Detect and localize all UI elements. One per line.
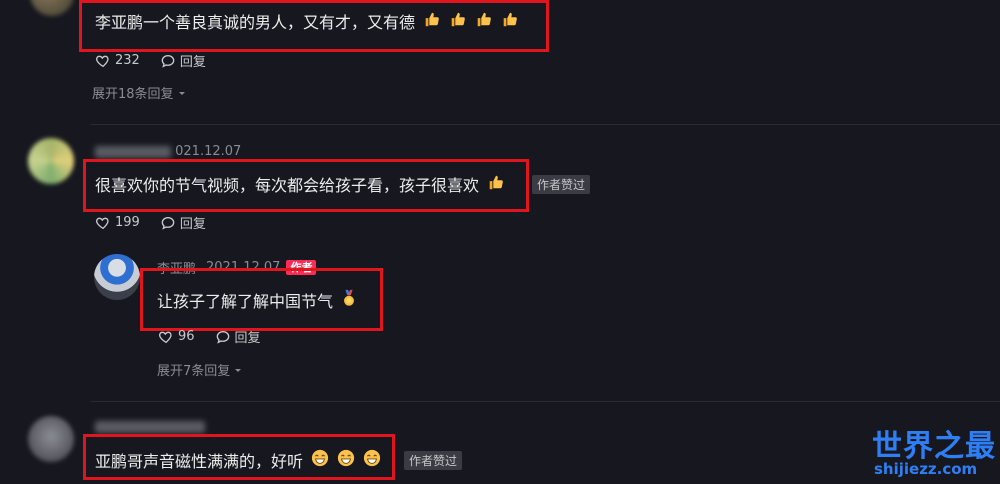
grin-emoji: [337, 449, 355, 471]
comment-body: 很喜欢你的节气视频，每次都会给孩子看，孩子很喜欢: [95, 176, 480, 195]
heart-outline-icon: [96, 217, 109, 229]
username-blurred[interactable]: [95, 145, 171, 158]
comment-bubble-icon: [161, 54, 175, 68]
thumbs-up-emoji: [475, 10, 493, 32]
grin-emoji: [311, 449, 329, 471]
thumbs-up-emoji: [423, 10, 441, 32]
like-button[interactable]: 232: [95, 53, 140, 69]
avatar[interactable]: [30, 0, 74, 16]
comment-text: 李亚鹏一个善良真诚的男人，又有才，又有德: [95, 9, 519, 33]
comment-actions: 199 回复: [95, 213, 226, 232]
heart-outline-icon: [159, 331, 172, 343]
chevron-down-icon: [235, 368, 242, 372]
reply-label: 回复: [179, 217, 206, 232]
comment-actions: 232 回复: [95, 51, 226, 70]
avatar[interactable]: [28, 416, 74, 462]
reply-actions: 96 回复: [158, 327, 281, 346]
like-count: 232: [115, 53, 140, 68]
watermark-url: shijiezz.com: [874, 460, 978, 478]
chevron-down-icon: [178, 91, 185, 95]
like-button[interactable]: 96: [158, 329, 195, 345]
author-badge: 作者: [286, 260, 317, 275]
avatar[interactable]: [28, 138, 74, 184]
comment-text: 亚鹏哥声音磁性满满的，好听: [95, 448, 381, 472]
comment-body: 李亚鹏一个善良真诚的男人，又有才，又有德: [95, 13, 416, 32]
medal-emoji: [341, 289, 357, 311]
comment-bubble-icon: [161, 216, 175, 230]
comment-text: 很喜欢你的节气视频，每次都会给孩子看，孩子很喜欢: [95, 172, 505, 196]
comment-header: [95, 419, 205, 434]
like-button[interactable]: 199: [95, 215, 140, 231]
reply-button[interactable]: 回复: [215, 327, 261, 346]
author-liked-badge: 作者赞过: [404, 451, 463, 470]
like-count: 96: [178, 329, 195, 344]
divider: [90, 124, 1000, 125]
comment-header: 021.12.07: [95, 144, 241, 159]
comment-body: 亚鹏哥声音磁性满满的，好听: [95, 452, 304, 471]
expand-label: 展开18条回复: [92, 87, 174, 102]
reply-date: 2021.12.07: [206, 260, 281, 275]
grin-emoji: [363, 449, 381, 471]
expand-label: 展开7条回复: [157, 364, 231, 379]
author-avatar[interactable]: [94, 254, 140, 300]
divider: [90, 401, 1000, 402]
reply-username[interactable]: 李亚鹏: [157, 258, 196, 277]
heart-outline-icon: [96, 55, 109, 67]
thumbs-up-emoji: [487, 173, 505, 195]
reply-label: 回复: [179, 55, 206, 70]
reply-header: 李亚鹏 2021.12.07 作者: [157, 258, 317, 277]
reply-button[interactable]: 回复: [160, 213, 206, 232]
reply-text: 让孩子了解了解中国节气: [157, 288, 357, 312]
comment-date: 021.12.07: [175, 144, 242, 159]
expand-replies-button[interactable]: 展开7条回复: [157, 360, 243, 379]
watermark-logo: 世界之最: [872, 429, 996, 464]
thumbs-up-emoji: [501, 10, 519, 32]
comment-bubble-icon: [216, 330, 229, 344]
reply-label: 回复: [234, 331, 261, 346]
like-count: 199: [115, 215, 140, 230]
thumbs-up-emoji: [449, 10, 467, 32]
author-liked-badge: 作者赞过: [532, 175, 591, 194]
expand-replies-button[interactable]: 展开18条回复: [92, 83, 187, 102]
username-blurred[interactable]: [95, 420, 205, 433]
reply-button[interactable]: 回复: [160, 51, 206, 70]
reply-body: 让孩子了解了解中国节气: [157, 292, 334, 311]
